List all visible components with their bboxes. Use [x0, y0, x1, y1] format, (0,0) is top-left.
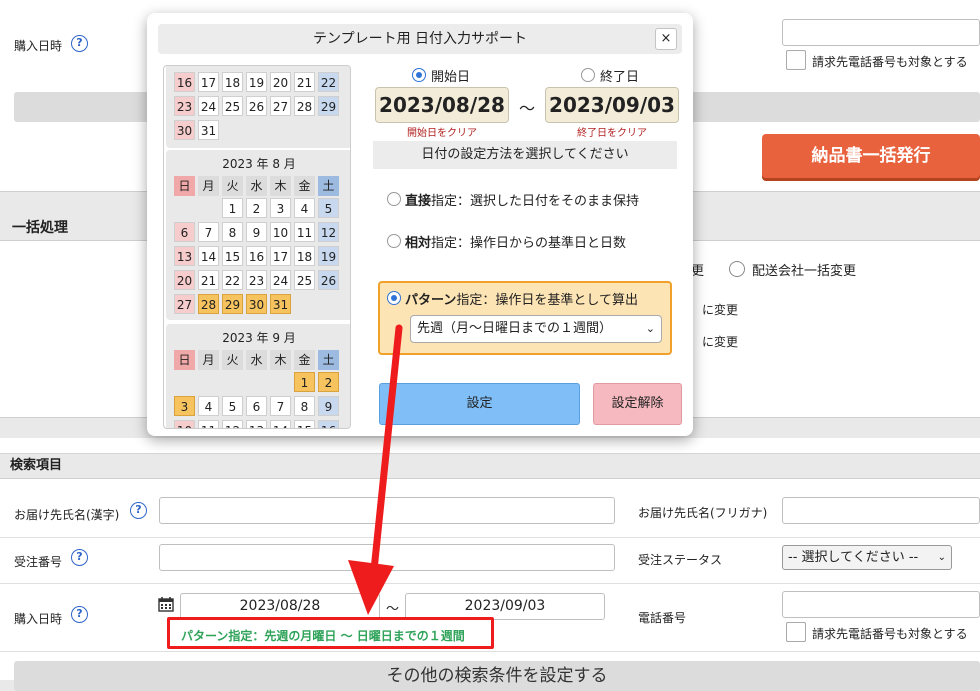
annotation-arrow: [348, 324, 403, 615]
